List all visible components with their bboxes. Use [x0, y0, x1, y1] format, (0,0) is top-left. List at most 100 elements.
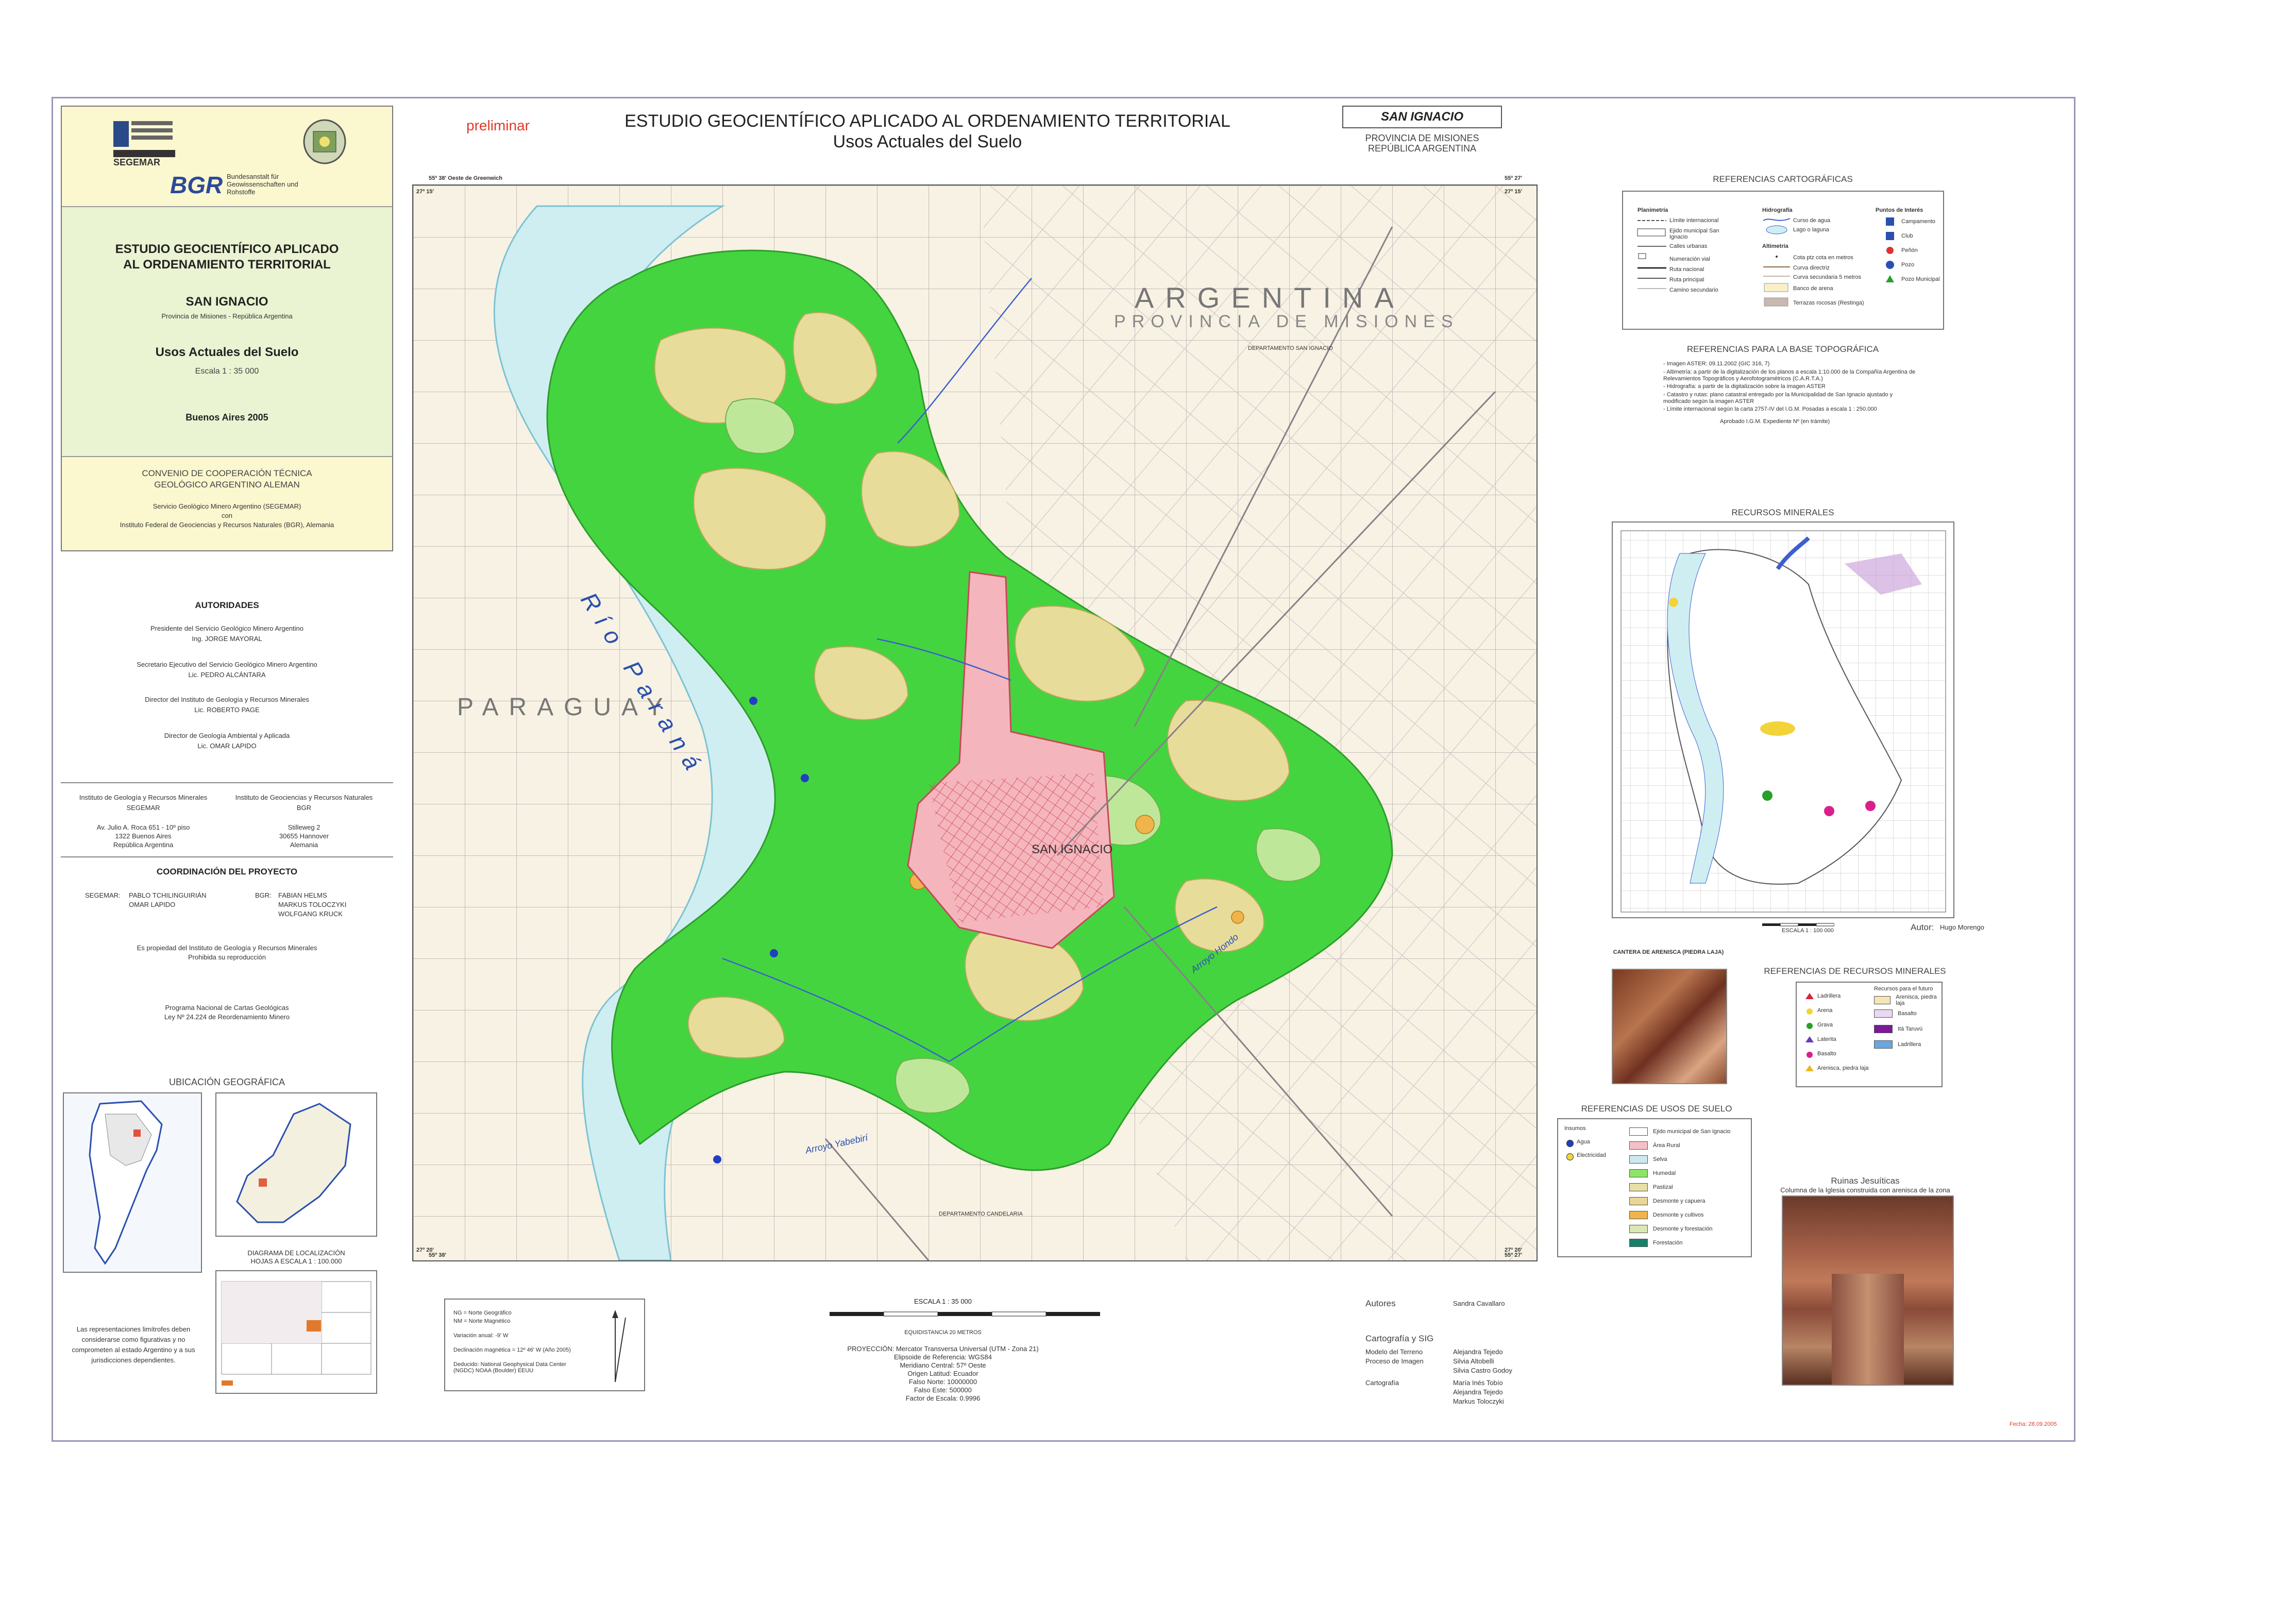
study-title-line2: AL ORDENAMIENTO TERRITORIAL — [123, 258, 331, 272]
puntos-title: Puntos de Interés — [1876, 207, 1923, 213]
divider — [61, 856, 393, 857]
plan-item-4: Numeración vial — [1669, 256, 1710, 262]
minimap-scale-bar-icon — [1762, 923, 1834, 926]
land-use-swatch — [1629, 1141, 1648, 1150]
cartografia-label: Cartografía — [1365, 1379, 1399, 1387]
future-ita-label: Itá Taruvú — [1898, 1026, 1923, 1032]
proceso-label: Proceso de Imagen — [1365, 1357, 1424, 1365]
map-title: ESTUDIO GEOCIENTÍFICO APLICADO AL ORDENA… — [624, 111, 1230, 131]
authority-5: Director del Instituto de Geología y Rec… — [145, 696, 309, 703]
label-depto-san-ignacio: DEPARTAMENTO SAN IGNACIO — [1248, 345, 1333, 351]
future-ladrillera-label: Ladrillera — [1898, 1041, 1921, 1048]
corner-tl-lat: 27º 15' — [416, 189, 434, 195]
disclaimer-box: Las representaciones limítrofes deben co… — [63, 1299, 205, 1394]
land-use-legend-item: Ejido municipal de San Ignacio — [1629, 1127, 1730, 1136]
coord-bgr-3: WOLFGANG KRUCK — [278, 910, 343, 918]
alti-item-2: Curva directriz — [1793, 265, 1830, 271]
inst-right-4: 30655 Hannover — [279, 832, 329, 840]
corner-br-lon: 55º 27' — [1505, 1252, 1523, 1258]
base-item-3: - Hidrografía: a partir de la digitaliza… — [1663, 383, 1826, 390]
land-use-swatch — [1629, 1127, 1648, 1136]
insumos-title: Insumos — [1564, 1125, 1586, 1132]
proceso-value-2: Silvia Castro Godoy — [1453, 1367, 1512, 1374]
property-2: Prohibida su reproducción — [188, 953, 266, 961]
bgr-text: Bundesanstalt für Geowissenschaften und … — [227, 173, 298, 196]
projection-1: PROYECCIÓN: Mercator Transversa Universa… — [847, 1345, 1039, 1353]
plan-item-1: Límite internacional — [1669, 217, 1719, 224]
place-name: SAN IGNACIO — [185, 295, 268, 309]
future-ladrillera: Ladrillera — [1874, 1040, 1921, 1049]
alti-item-1: Cota ptz cota en metros — [1793, 255, 1853, 261]
declination-2: NM = Norte Magnético — [453, 1318, 511, 1324]
authority-4: Lic. PEDRO ALCÁNTARA — [188, 671, 266, 679]
hidrografia-title: Hidrografía — [1762, 207, 1793, 213]
label-province: PROVINCIA DE MISIONES — [1114, 312, 1459, 331]
sheet-grid-icon — [221, 1281, 372, 1386]
coord-bgr-label: BGR: — [255, 891, 272, 899]
hydro-symbols-icon — [1763, 218, 1791, 234]
land-use-label: Desmonte y capuera — [1653, 1198, 1706, 1204]
coord-segemar-2: OMAR LAPIDO — [129, 901, 176, 908]
ref-carto-box: Planimetría Límite internacional Ejido m… — [1622, 191, 1944, 330]
base-item-2: - Altimetría: a partir de la digitalizac… — [1663, 369, 1916, 382]
corner-bl-lon: 55º 38' — [429, 1252, 447, 1258]
ruinas-title: Ruinas Jesuíticas — [1831, 1176, 1900, 1186]
mineral-resources-minimap — [1620, 530, 1946, 913]
future-basalto: Basalto — [1874, 1009, 1917, 1018]
altimetria-title: Altimetría — [1762, 243, 1788, 249]
land-use-label: Desmonte y forestación — [1653, 1226, 1713, 1232]
land-use-label: Área Rural — [1653, 1142, 1680, 1149]
projection-2: Elipsoide de Referencia: WGS84 — [893, 1353, 992, 1361]
inst-left-1: Instituto de Geología y Recursos Mineral… — [79, 794, 208, 801]
recurso-arena: Arena — [1817, 1007, 1833, 1014]
scale-text: Escala 1 : 35 000 — [195, 367, 259, 376]
altimetry-symbols-icon — [1763, 256, 1790, 307]
plan-item-7: Camino secundario — [1669, 287, 1718, 293]
land-use-swatch — [1629, 1211, 1648, 1219]
convenio-box: CONVENIO DE COOPERACIÓN TÉCNICA GEOLÓGIC… — [62, 457, 392, 550]
coord-segemar-1: PABLO TCHILINGUIRIÁN — [129, 891, 207, 899]
place-subtitle: Provincia de Misiones - República Argent… — [161, 312, 293, 320]
future-ita: Itá Taruvú — [1874, 1025, 1922, 1033]
equidistance: EQUIDISTANCIA 20 METROS — [904, 1329, 982, 1336]
preliminar-label: preliminar — [466, 117, 530, 133]
land-use-legend-item: Pastizal — [1629, 1183, 1673, 1191]
ref-carto-title: REFERENCIAS CARTOGRÁFICAS — [1713, 174, 1853, 184]
ubicacion-title: UBICACIÓN GEOGRÁFICA — [168, 1077, 285, 1087]
land-use-legend-item: Desmonte y forestación — [1629, 1225, 1713, 1233]
recursos-scale: ESCALA 1 : 100 000 — [1782, 928, 1834, 934]
scale-bar-icon — [830, 1311, 1100, 1317]
plan-item-5: Ruta nacional — [1669, 266, 1704, 273]
land-use-swatch — [1629, 1155, 1648, 1164]
scale-title: ESCALA 1 : 35 000 — [914, 1297, 972, 1305]
inst-left-2: SEGEMAR — [126, 804, 160, 812]
punto-1: Campamento — [1901, 218, 1936, 225]
ref-recursos-box: Ladrillera Arena Grava Laterita Basalto … — [1796, 982, 1943, 1087]
land-use-legend-item: Desmonte y capuera — [1629, 1197, 1706, 1205]
insumo-agua: Agua — [1577, 1139, 1590, 1145]
swatch — [1874, 1040, 1893, 1049]
program-1: Programa Nacional de Cartas Geológicas — [165, 1004, 289, 1012]
declination-5: Deducido: National Geophysical Data Cent… — [453, 1361, 566, 1374]
authority-3: Secretario Ejecutivo del Servicio Geológ… — [137, 661, 317, 668]
authority-7: Director de Geología Ambiental y Aplicad… — [164, 732, 290, 739]
land-use-legend-item: Humedal — [1629, 1169, 1676, 1177]
inst-right-3: Stilleweg 2 — [288, 823, 320, 831]
future-basalto-label: Basalto — [1898, 1010, 1917, 1017]
swatch — [1874, 1025, 1893, 1033]
quarry-photo-caption: CANTERA DE ARENISCA (PIEDRA LAJA) — [1613, 949, 1724, 955]
title-box: ESTUDIO GEOCIENTÍFICO APLICADO AL ORDENA… — [62, 207, 392, 457]
institution-box: SEGEMAR BGR Bundesanstalt für Geowissens… — [61, 106, 393, 551]
swatch — [1874, 1009, 1893, 1018]
program-2: Ley Nº 24.224 de Reordenamiento Minero — [164, 1013, 290, 1021]
map-frame: ARGENTINA PROVINCIA DE MISIONES PARAGUAY… — [412, 175, 1538, 1261]
divider — [61, 782, 393, 783]
projection-4: Origen Latitud: Ecuador — [907, 1370, 978, 1377]
declination-box: NG = Norte Geográfico NM = Norte Magnéti… — [444, 1299, 645, 1391]
map-subtitle: Usos Actuales del Suelo — [833, 132, 1022, 151]
land-use-label: Desmonte y cultivos — [1653, 1212, 1704, 1218]
coordination-title: COORDINACIÓN DEL PROYECTO — [156, 867, 298, 877]
modelo-label: Modelo del Terreno — [1365, 1348, 1423, 1356]
punto-5: Pozo Municipal — [1901, 276, 1940, 282]
resource-symbols-icon — [1805, 993, 1814, 1071]
